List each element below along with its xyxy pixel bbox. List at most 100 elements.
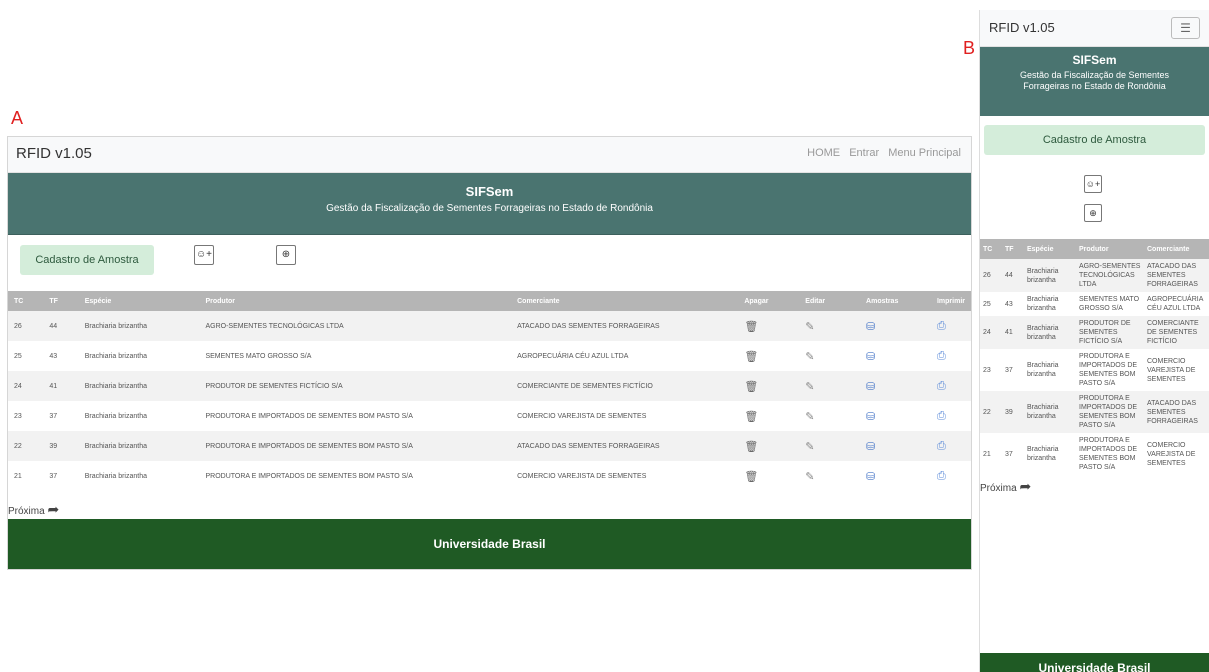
next-page-link[interactable]: Próxima ➦ (8, 501, 59, 518)
action-bar: Cadastro de Amostra ☺+ ⊕ (8, 235, 971, 293)
action-icons: ☺+ ⊕ (980, 155, 1209, 239)
trash-icon[interactable]: 🗑 (744, 471, 758, 483)
action-cell: ✎ (799, 341, 860, 371)
pencil-icon[interactable]: ✎ (805, 351, 814, 363)
database-icon[interactable]: ⛁ (866, 381, 875, 393)
action-cell: ⎙ (931, 401, 971, 431)
cell-comerciante: ATACADO DAS SEMENTES FORRAGEIRAS (511, 311, 739, 341)
brand-link[interactable]: RFID v1.05 (16, 145, 92, 162)
hamburger-icon[interactable]: ☰ (1171, 17, 1200, 39)
pencil-icon[interactable]: ✎ (805, 321, 814, 333)
footer: Universidade Brasil (980, 653, 1209, 672)
database-icon[interactable]: ⛁ (866, 441, 875, 453)
database-icon[interactable]: ⛁ (866, 411, 875, 423)
next-label: Próxima (980, 483, 1017, 494)
cell-tc: 26 (8, 311, 44, 341)
action-cell: 🗑 (738, 311, 800, 341)
col-imprimir: Imprimir (930, 291, 971, 311)
cell-tf: 43 (49, 352, 58, 360)
action-cell: 🗑 (738, 461, 799, 491)
cell-produtor: PRODUTORA E IMPORTADOS DE SEMENTES BOM P… (199, 431, 512, 461)
cadastro-amostra-button[interactable]: Cadastro de Amostra (984, 125, 1205, 155)
panel-label-b: B (963, 38, 976, 58)
action-cell: ✎ (799, 401, 860, 431)
table-row: 25 43 Brachiaria brizantha SEMENTES MATO GR… (8, 341, 971, 371)
cell-produtor: SEMENTES MATO GROSSO S/A (1079, 296, 1140, 312)
database-icon[interactable]: ⛁ (866, 351, 875, 363)
table-row: 24 41 Brachiaria brizantha PRODUTOR DE SEME… (980, 316, 1209, 349)
table-row: 21 37 Brachiaria brizantha PRODUTORA E IMPO… (8, 461, 971, 491)
add-user-icon[interactable]: ☺+ (1084, 175, 1102, 193)
cell-produtor: PRODUTOR DE SEMENTES FICTÍCIO S/A (1076, 316, 1144, 349)
cell-tf: 39 (43, 431, 79, 461)
trash-icon[interactable]: 🗑 (744, 381, 758, 393)
cell-comerciante: AGROPECUÁRIA CÉU AZUL LTDA (517, 352, 629, 360)
samples-table-mobile: TC TF Espécie Produtor Comerciante 26 44 B… (980, 239, 1209, 475)
table-row: 26 44 Brachiaria brizantha AGRO-SEMENTES TE… (980, 259, 1209, 292)
nav-home-link[interactable]: HOME (807, 147, 840, 159)
col-especie: Espécie (1024, 239, 1076, 259)
cell-tc: 24 (8, 371, 44, 401)
nav-menu-principal-link[interactable]: Menu Principal (888, 147, 961, 159)
cell-especie: Brachiaria brizantha (78, 311, 200, 341)
table-row: 23 37 Brachiaria brizantha PRODUTORA E IMPO… (8, 401, 971, 431)
action-cell: ⎙ (930, 371, 971, 401)
database-icon[interactable]: ⛁ (866, 321, 875, 333)
cadastro-amostra-button[interactable]: Cadastro de Amostra (20, 245, 154, 275)
printer-icon[interactable]: ⎙ (937, 440, 946, 452)
cell-tf: 43 (1005, 300, 1013, 308)
cell-produtor: PRODUTORA E IMPORTADOS DE SEMENTES BOM P… (205, 412, 413, 420)
pencil-icon[interactable]: ✎ (805, 471, 814, 483)
printer-icon[interactable]: ⎙ (937, 410, 946, 422)
table-row: 23 37 Brachiaria brizantha PRODUTORA E IMPO… (980, 349, 1209, 391)
next-page-link[interactable]: Próxima ➦ (980, 478, 1209, 496)
cell-tf: 41 (1002, 316, 1024, 349)
trash-icon[interactable]: 🗑 (744, 411, 758, 423)
share-arrow-icon: ➦ (47, 501, 60, 517)
cell-especie: Brachiaria brizantha (1027, 446, 1059, 462)
zoom-in-icon[interactable]: ⊕ (276, 245, 296, 265)
col-tc: TC (980, 239, 1002, 259)
zoom-in-icon[interactable]: ⊕ (1084, 204, 1102, 222)
cell-tf: 37 (1005, 366, 1013, 374)
cell-produtor: PRODUTORA E IMPORTADOS DE SEMENTES BOM P… (1076, 391, 1144, 433)
page-title: SIFSem (465, 184, 514, 199)
cell-tc: 23 (983, 366, 991, 374)
printer-icon[interactable]: ⎙ (937, 470, 946, 482)
table-header-row: TC TF Espécie Produtor Comerciante Apaga… (8, 291, 971, 311)
action-cell: ✎ (799, 311, 861, 341)
col-tf: TF (43, 291, 79, 311)
cell-tf: 44 (1002, 259, 1024, 292)
trash-icon[interactable]: 🗑 (744, 351, 758, 363)
action-cell: 🗑 (738, 401, 799, 431)
action-cell: ⛁ (860, 371, 931, 401)
table-row: 22 39 Brachiaria brizantha PRODUTORA E IMPO… (8, 431, 971, 461)
printer-icon[interactable]: ⎙ (937, 320, 946, 332)
col-amostras: Amostras (860, 291, 931, 311)
pencil-icon[interactable]: ✎ (805, 381, 814, 393)
pencil-icon[interactable]: ✎ (805, 441, 814, 453)
database-icon[interactable]: ⛁ (866, 471, 875, 483)
cell-tc: 22 (8, 431, 44, 461)
cell-especie: Brachiaria brizantha (1024, 391, 1076, 433)
col-editar: Editar (799, 291, 861, 311)
col-tf: TF (1002, 239, 1024, 259)
cell-comerciante: COMERCIO VAREJISTA DE SEMENTES (517, 472, 647, 480)
action-cell: 🗑 (738, 431, 800, 461)
nav-entrar-link[interactable]: Entrar (849, 147, 879, 159)
printer-icon[interactable]: ⎙ (937, 380, 946, 392)
cell-comerciante: ATACADO DAS SEMENTES FORRAGEIRAS (1144, 259, 1209, 292)
printer-icon[interactable]: ⎙ (937, 350, 946, 362)
mobile-view: RFID v1.05 ☰ SIFSem Gestão da Fiscalizaç… (979, 10, 1209, 672)
cell-especie: Brachiaria brizantha (84, 352, 148, 360)
col-produtor: Produtor (199, 291, 512, 311)
trash-icon[interactable]: 🗑 (744, 441, 758, 453)
cell-tc: 26 (980, 259, 1002, 292)
brand-link[interactable]: RFID v1.05 (989, 20, 1055, 35)
action-cell: ✎ (799, 371, 861, 401)
trash-icon[interactable]: 🗑 (744, 321, 758, 333)
pencil-icon[interactable]: ✎ (805, 411, 814, 423)
cell-tc: 25 (14, 352, 22, 360)
add-user-icon[interactable]: ☺+ (194, 245, 214, 265)
cell-comerciante: COMERCIO VAREJISTA DE SEMENTES (1147, 357, 1196, 383)
